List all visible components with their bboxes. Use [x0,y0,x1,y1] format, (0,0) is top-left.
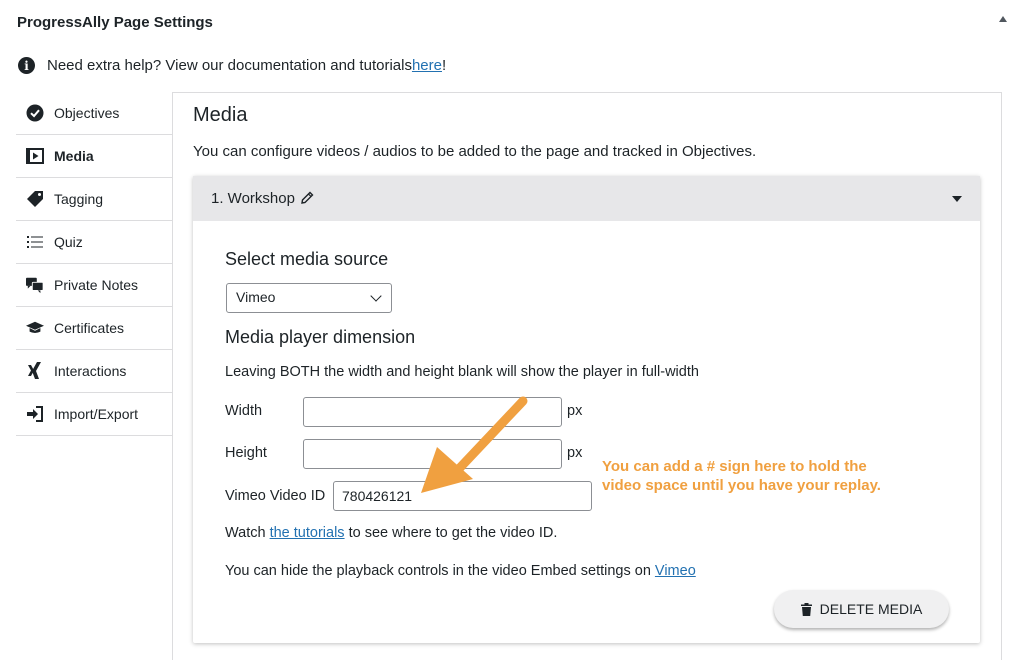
tutorials-link[interactable]: the tutorials [270,525,345,541]
expand-caret-icon[interactable] [952,196,962,202]
sidebar-item-label: Tagging [54,191,104,207]
media-card-title: 1. Workshop [211,190,295,207]
hide-controls-note: You can hide the playback controls in th… [225,563,696,579]
sidebar-item-interactions[interactable]: Interactions [16,350,172,393]
info-icon: i [18,57,35,74]
pencil-icon[interactable] [301,191,314,207]
dimension-label: Media player dimension [225,327,416,347]
sidebar-item-tagging[interactable]: Tagging [16,178,172,221]
sidebar-item-private-notes[interactable]: Private Notes [16,264,172,307]
height-unit: px [567,445,583,461]
xing-icon [26,362,44,380]
collapse-arrow-icon[interactable] [999,16,1007,22]
annotation-arrow-icon [421,396,528,493]
delete-media-label: DELETE MEDIA [819,601,923,617]
sidebar-item-objectives[interactable]: Objectives [16,92,172,135]
sidebar-item-certificates[interactable]: Certificates [16,307,172,350]
height-label: Height [225,445,267,461]
width-unit: px [567,403,583,419]
trash-icon [800,602,812,616]
video-id-label: Vimeo Video ID [225,488,326,504]
section-title: Media [193,104,248,126]
sidebar-item-label: Quiz [54,234,83,250]
help-suffix: ! [441,57,447,74]
tag-icon [26,190,44,208]
watch-tutorials-note: Watch the tutorials to see where to get … [225,525,557,541]
panel-title: ProgressAlly Page Settings [17,14,213,31]
sign-in-icon [26,405,44,423]
hide-prefix: You can hide the playback controls in th… [225,563,655,579]
sidebar-item-label: Certificates [54,320,125,336]
dimension-note: Leaving BOTH the width and height blank … [225,364,699,380]
sidebar-item-label: Interactions [54,363,127,379]
sidebar-item-import-export[interactable]: Import/Export [16,393,172,436]
help-text: Need extra help? View our documentation … [47,57,412,74]
film-icon [26,147,44,165]
sidebar-item-label: Import/Export [54,406,139,422]
width-label: Width [225,403,263,419]
graduation-cap-icon [26,319,44,337]
sidebar-item-label: Objectives [54,105,120,121]
sidebar-item-label: Media [54,148,94,164]
delete-media-button[interactable]: DELETE MEDIA [774,590,949,628]
sidebar: Objectives Media Tagging Quiz Private No… [16,92,173,660]
sidebar-item-media[interactable]: Media [16,135,172,178]
watch-prefix: Watch [225,525,270,541]
chevron-down-icon [370,290,382,302]
media-source-select[interactable]: Vimeo [226,283,392,313]
help-link[interactable]: here [412,57,442,74]
check-circle-icon [26,104,44,122]
annotation-text: You can add a # sign here to hold the vi… [602,458,881,494]
sidebar-item-label: Private Notes [54,277,139,293]
media-card-header[interactable]: 1. Workshop [193,176,980,221]
section-description: You can configure videos / audios to be … [193,143,757,160]
comments-icon [26,276,44,294]
select-source-label: Select media source [225,249,389,269]
help-row: i Need extra help? View our documentatio… [18,57,446,74]
watch-suffix: to see where to get the video ID. [344,525,558,541]
sidebar-item-quiz[interactable]: Quiz [16,221,172,264]
select-value: Vimeo [236,289,276,305]
vimeo-link[interactable]: Vimeo [655,563,696,579]
list-icon [26,233,44,251]
